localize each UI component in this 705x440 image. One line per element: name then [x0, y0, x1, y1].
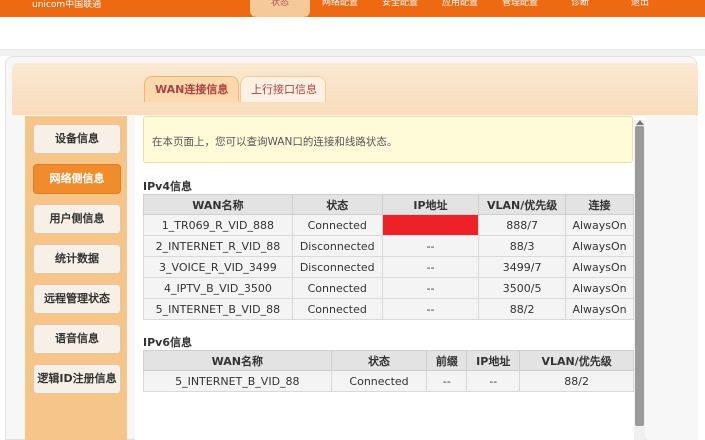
wan-name-cell: 1_TR069_R_VID_888: [143, 214, 293, 236]
vlan-cell: 3499/7: [478, 256, 567, 278]
table-row: 4_IPTV_B_VID_3500 Connected -- 3500/5 Al…: [143, 277, 634, 299]
connection-cell: AlwaysOn: [565, 214, 634, 236]
status-cell: Connected: [291, 277, 383, 299]
column-header: WAN名称: [143, 194, 293, 215]
wan-name-cell: 2_INTERNET_R_VID_88: [143, 235, 293, 257]
table-row: 1_TR069_R_VID_888 Connected 888/7 Always…: [143, 214, 634, 236]
status-cell: Connected: [291, 298, 383, 320]
table-header-row: WAN名称 状态 前缀 IP地址 VLAN/优先级: [143, 350, 634, 371]
ip-address-cell: --: [381, 277, 480, 299]
sidebar-item-logical-id[interactable]: 逻辑ID注册信息: [33, 364, 121, 394]
column-header: 状态: [291, 194, 383, 215]
ip-address-redacted: [381, 214, 480, 236]
column-header: 状态: [330, 350, 428, 371]
sidebar: 设备信息 网络侧信息 用户侧信息 统计数据 远程管理状态 语音信息 逻辑ID注册…: [25, 116, 127, 440]
table-row: 2_INTERNET_R_VID_88 Disconnected -- 88/3…: [143, 235, 634, 257]
top-nav: 状态 网络配置 安全配置 应用配置 管理配置 诊断 退出: [250, 0, 670, 17]
table-header-row: WAN名称 状态 IP地址 VLAN/优先级 连接: [143, 194, 634, 215]
status-cell: Connected: [291, 214, 383, 236]
wan-name-cell: 3_VOICE_R_VID_3499: [143, 256, 293, 278]
sidebar-item-user-info[interactable]: 用户侧信息: [33, 204, 121, 234]
info-notice: 在本页面上，您可以查询WAN口的连接和线路状态。: [143, 116, 633, 163]
sidebar-item-remote-management[interactable]: 远程管理状态: [33, 284, 121, 314]
tab-uplink-info[interactable]: 上行接口信息: [240, 76, 326, 102]
tab-wan-info[interactable]: WAN连接信息: [144, 76, 239, 102]
vlan-cell: 888/7: [478, 214, 567, 236]
nav-item-application[interactable]: 应用配置: [430, 0, 490, 17]
right-margin: [646, 116, 698, 440]
nav-item-management[interactable]: 管理配置: [490, 0, 550, 17]
wan-name-cell: 5_INTERNET_B_VID_88: [143, 370, 332, 392]
vlan-cell: 3500/5: [478, 277, 567, 299]
ip-address-cell: --: [381, 298, 480, 320]
ipv6-section-title: IPv6信息: [143, 336, 192, 349]
status-cell: Disconnected: [291, 256, 383, 278]
connection-cell: AlwaysOn: [565, 298, 634, 320]
nav-item-status[interactable]: 状态: [250, 0, 310, 17]
ipv6-table: WAN名称 状态 前缀 IP地址 VLAN/优先级 5_INTERNET_B_V…: [143, 350, 634, 392]
column-header: VLAN/优先级: [478, 194, 567, 215]
nav-item-security[interactable]: 安全配置: [370, 0, 430, 17]
wan-name-cell: 5_INTERNET_B_VID_88: [143, 298, 293, 320]
sidebar-item-statistics[interactable]: 统计数据: [33, 244, 121, 274]
column-header: WAN名称: [143, 350, 332, 371]
tab-bar-background: [12, 63, 698, 115]
header-band: [0, 17, 705, 50]
connection-cell: AlwaysOn: [565, 256, 634, 278]
scroll-up-arrow-icon[interactable]: [636, 120, 644, 125]
table-row: 5_INTERNET_B_VID_88 Connected -- 88/2 Al…: [143, 298, 634, 320]
scrollbar-thumb[interactable]: [635, 126, 644, 426]
connection-cell: AlwaysOn: [565, 277, 634, 299]
table-row: 3_VOICE_R_VID_3499 Disconnected -- 3499/…: [143, 256, 634, 278]
wan-name-cell: 4_IPTV_B_VID_3500: [143, 277, 293, 299]
column-header: IP地址: [381, 194, 480, 215]
connection-cell: AlwaysOn: [565, 235, 634, 257]
column-header: 前缀: [426, 350, 468, 371]
status-cell: Disconnected: [291, 235, 383, 257]
nav-item-logout[interactable]: 退出: [610, 0, 670, 17]
ipv4-table: WAN名称 状态 IP地址 VLAN/优先级 连接 1_TR069_R_VID_…: [143, 194, 634, 320]
brand-logo: unicom中国联通: [32, 0, 102, 10]
nav-item-diagnose[interactable]: 诊断: [550, 0, 610, 17]
ipv4-section-title: IPv4信息: [143, 180, 192, 193]
top-header: unicom中国联通 状态 网络配置 安全配置 应用配置 管理配置 诊断 退出: [0, 0, 705, 17]
sidebar-item-voice-info[interactable]: 语音信息: [33, 324, 121, 354]
column-header: VLAN/优先级: [519, 350, 634, 371]
prefix-cell: --: [426, 370, 468, 392]
nav-item-network[interactable]: 网络配置: [310, 0, 370, 17]
vlan-cell: 88/2: [478, 298, 567, 320]
ip-address-cell: --: [466, 370, 521, 392]
table-row: 5_INTERNET_B_VID_88 Connected -- -- 88/2: [143, 370, 634, 392]
ip-address-cell: --: [381, 256, 480, 278]
vlan-cell: 88/2: [519, 370, 634, 392]
sidebar-item-device-info[interactable]: 设备信息: [33, 124, 121, 154]
column-header: IP地址: [466, 350, 521, 371]
column-header: 连接: [565, 194, 634, 215]
sidebar-item-network-info[interactable]: 网络侧信息: [33, 164, 121, 194]
ip-address-cell: --: [381, 235, 480, 257]
status-cell: Connected: [330, 370, 428, 392]
vlan-cell: 88/3: [478, 235, 567, 257]
